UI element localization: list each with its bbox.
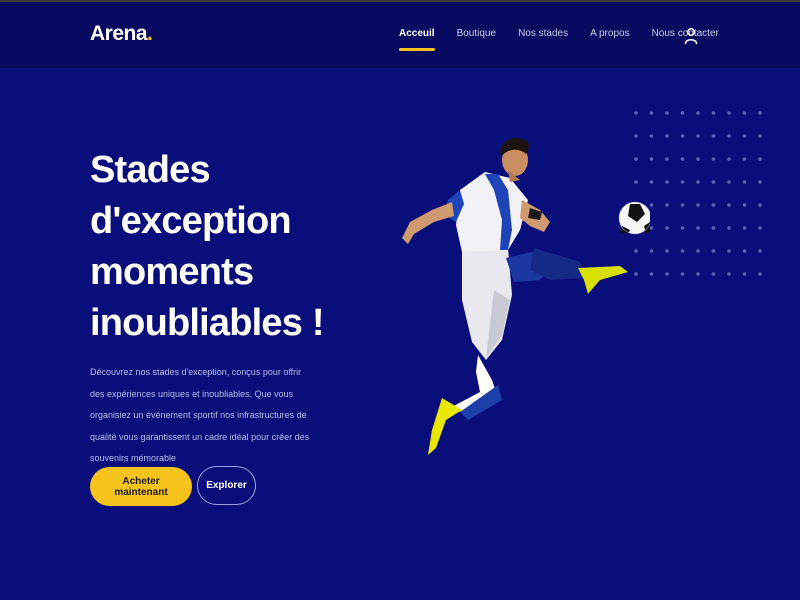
grid-dot [742,203,747,207]
grid-dot [727,134,731,138]
grid-dot [758,272,762,276]
grid-dot [680,157,685,161]
grid-dot [742,111,747,115]
grid-dot [727,272,731,276]
user-icon[interactable] [683,27,699,45]
hero-title-line: d'exception [90,200,292,242]
grid-dot [758,203,762,207]
hero-title-line: inoubliables ! [90,302,325,344]
hero-title-line: moments [90,251,254,293]
logo[interactable]: Arena. [90,22,153,46]
grid-dot [649,226,654,230]
logo-text: Arena [90,22,148,45]
grid-dot [742,272,747,276]
grid-dot [696,134,700,138]
grid-dot [758,249,762,253]
grid-dot [680,272,685,276]
grid-dot [665,226,669,230]
grid-dot [649,157,654,161]
grid-dot [696,180,700,184]
decorative-dot-grid [634,111,762,276]
nav-item-a-propos[interactable]: A propos [590,28,629,39]
grid-dot [742,226,747,230]
explore-button[interactable]: Explorer [197,466,256,505]
grid-dot [758,180,762,184]
site-header: Arena. Acceuil Boutique Nos stades A pro… [0,2,800,68]
grid-dot [665,272,669,276]
nav-item-accueil[interactable]: Acceuil [399,28,435,51]
grid-dot [727,226,731,230]
football-icon [618,201,650,235]
grid-dot [680,226,685,230]
grid-dot [758,226,762,230]
hero-description: Découvrez nos stades d'exception, conçus… [90,367,310,463]
grid-dot [758,111,762,115]
buy-now-button[interactable]: Acheter maintenant [90,467,192,506]
grid-dot [711,272,716,276]
grid-dot [665,134,669,138]
logo-dot: . [147,22,153,45]
grid-dot [758,134,762,138]
grid-dot [742,249,747,253]
grid-dot [696,249,700,253]
grid-dot [696,272,700,276]
grid-dot [665,111,669,115]
grid-dot [680,203,685,207]
grid-dot [649,272,654,276]
grid-dot [742,180,747,184]
grid-dot [680,249,685,253]
grid-dot [727,203,731,207]
grid-dot [696,111,700,115]
grid-dot [649,249,654,253]
grid-dot [758,157,762,161]
grid-dot [680,134,685,138]
grid-dot [649,203,654,207]
grid-dot [665,203,669,207]
grid-dot [634,111,638,115]
grid-dot [742,134,747,138]
football-player-image [402,137,650,455]
nav-item-boutique[interactable]: Boutique [457,28,496,39]
grid-dot [696,226,700,230]
grid-dot [711,226,716,230]
grid-dot [665,180,669,184]
grid-dot [711,157,716,161]
hero-title-line: Stades [90,149,211,191]
grid-dot [711,203,716,207]
grid-dot [727,157,731,161]
grid-dot [742,157,747,161]
grid-dot [665,249,669,253]
grid-dot [649,111,654,115]
grid-dot [727,249,731,253]
grid-dot [696,157,700,161]
grid-dot [711,134,716,138]
nav-item-nos-stades[interactable]: Nos stades [518,28,568,39]
grid-dot [711,111,716,115]
grid-dot [696,203,700,207]
grid-dot [680,180,685,184]
grid-dot [727,180,731,184]
grid-dot [649,134,654,138]
grid-dot [649,180,654,184]
grid-dot [680,111,685,115]
hero-title: Stades d'exception moments inoubliables … [90,145,390,349]
grid-dot [665,157,669,161]
grid-dot [711,180,716,184]
grid-dot [727,111,731,115]
grid-dot [711,249,716,253]
